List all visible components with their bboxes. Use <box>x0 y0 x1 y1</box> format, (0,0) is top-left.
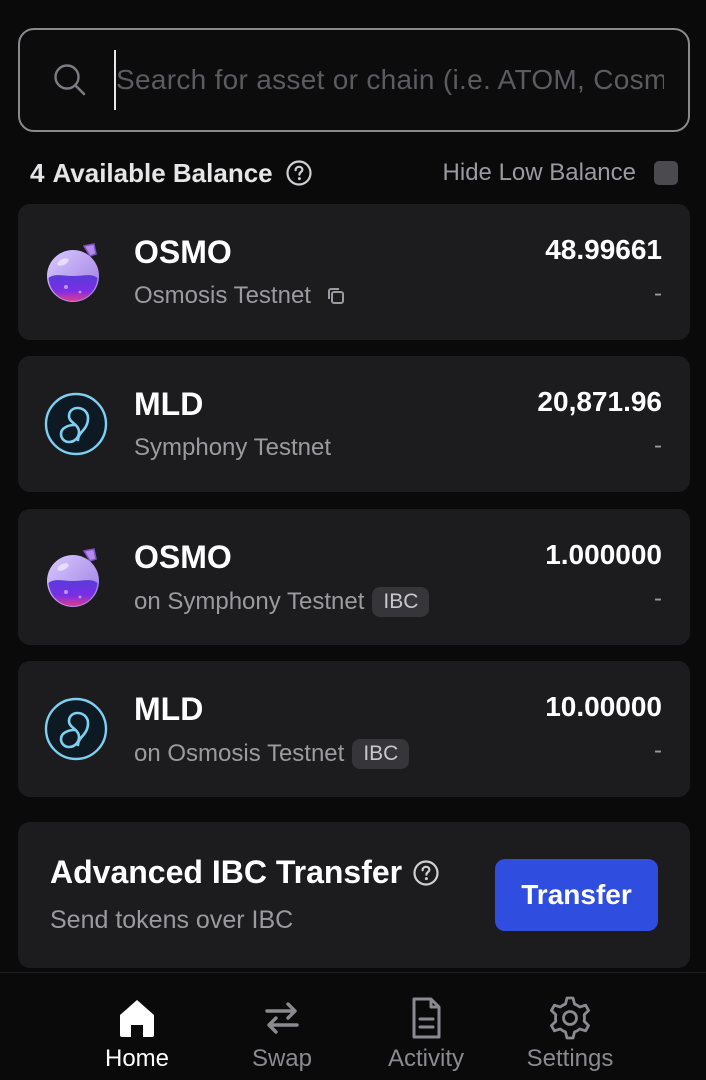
activity-icon <box>412 997 441 1039</box>
wallet-home-screen: 4 Available Balance Hide Low Balance OSM… <box>0 0 706 1080</box>
asset-card[interactable]: OSMO on Symphony Testnet IBC 1.000000 - <box>18 509 690 645</box>
copy-icon[interactable] <box>325 285 347 307</box>
nav-settings[interactable]: Settings <box>505 995 635 1075</box>
asset-amount: 20,871.96 <box>537 386 662 417</box>
asset-usd-value: - <box>654 432 662 459</box>
ibc-badge: IBC <box>352 739 410 769</box>
advanced-ibc-title-text: Advanced IBC Transfer <box>50 854 403 890</box>
asset-symbol: OSMO <box>134 234 232 270</box>
asset-usd-value: - <box>654 585 662 612</box>
search-input[interactable] <box>114 50 664 110</box>
asset-symbol: OSMO <box>134 539 232 575</box>
asset-chain: Osmosis Testnet <box>134 282 347 310</box>
available-balance-title: 4 Available Balance <box>30 158 313 189</box>
balance-header: 4 Available Balance Hide Low Balance <box>30 154 678 192</box>
nav-label: Home <box>104 1045 170 1072</box>
ibc-badge: IBC <box>372 587 430 617</box>
asset-usd-value: - <box>654 737 662 764</box>
home-icon <box>120 1000 154 1037</box>
asset-symbol: MLD <box>134 691 204 727</box>
asset-card[interactable]: MLD on Osmosis Testnet IBC 10.00000 - <box>18 661 690 797</box>
asset-chain-label: on Osmosis Testnet <box>134 740 345 767</box>
nav-home[interactable]: Home <box>72 995 202 1075</box>
asset-amount: 10.00000 <box>545 691 662 722</box>
advanced-ibc-subtitle: Send tokens over IBC <box>50 906 294 934</box>
swap-icon <box>265 1002 299 1034</box>
nav-activity[interactable]: Activity <box>361 995 491 1075</box>
asset-chain-label: Osmosis Testnet <box>134 282 311 309</box>
symphony-logo-icon <box>44 392 108 456</box>
hide-low-balance-checkbox[interactable] <box>654 161 678 185</box>
asset-symbol: MLD <box>134 386 204 422</box>
asset-chain-label: on Symphony Testnet <box>134 588 365 615</box>
asset-chain: on Osmosis Testnet IBC <box>134 739 410 769</box>
asset-card[interactable]: OSMO Osmosis Testnet 48.99661 - <box>18 204 690 340</box>
bottom-navigation: Home Swap Activity Settings <box>0 972 706 1080</box>
nav-label: Settings <box>526 1045 614 1072</box>
asset-amount: 1.000000 <box>545 539 662 570</box>
asset-chain: on Symphony Testnet IBC <box>134 587 430 617</box>
search-icon <box>54 64 86 96</box>
balance-count: 4 <box>30 157 45 188</box>
hide-low-balance-label: Hide Low Balance <box>442 159 636 186</box>
help-icon[interactable] <box>285 159 313 187</box>
osmosis-flask-icon <box>47 243 99 302</box>
symphony-logo-icon <box>44 697 108 761</box>
osmosis-flask-icon <box>47 548 99 607</box>
help-icon[interactable] <box>412 859 440 887</box>
nav-swap[interactable]: Swap <box>217 995 347 1075</box>
hide-low-balance-toggle[interactable]: Hide Low Balance <box>443 159 678 187</box>
settings-icon <box>550 996 590 1040</box>
advanced-ibc-title: Advanced IBC Transfer <box>50 854 440 891</box>
asset-usd-value: - <box>654 280 662 307</box>
nav-label: Swap <box>251 1045 313 1072</box>
advanced-ibc-transfer-card: Advanced IBC Transfer Send tokens over I… <box>18 822 690 968</box>
asset-chain-label: Symphony Testnet <box>134 434 332 461</box>
balance-label: Available Balance <box>52 157 273 188</box>
transfer-button[interactable]: Transfer <box>495 859 658 931</box>
asset-card[interactable]: MLD Symphony Testnet 20,871.96 - <box>18 356 690 492</box>
nav-label: Activity <box>387 1045 464 1072</box>
asset-chain: Symphony Testnet <box>134 434 331 462</box>
search-bar[interactable] <box>18 28 690 132</box>
asset-amount: 48.99661 <box>545 234 662 265</box>
